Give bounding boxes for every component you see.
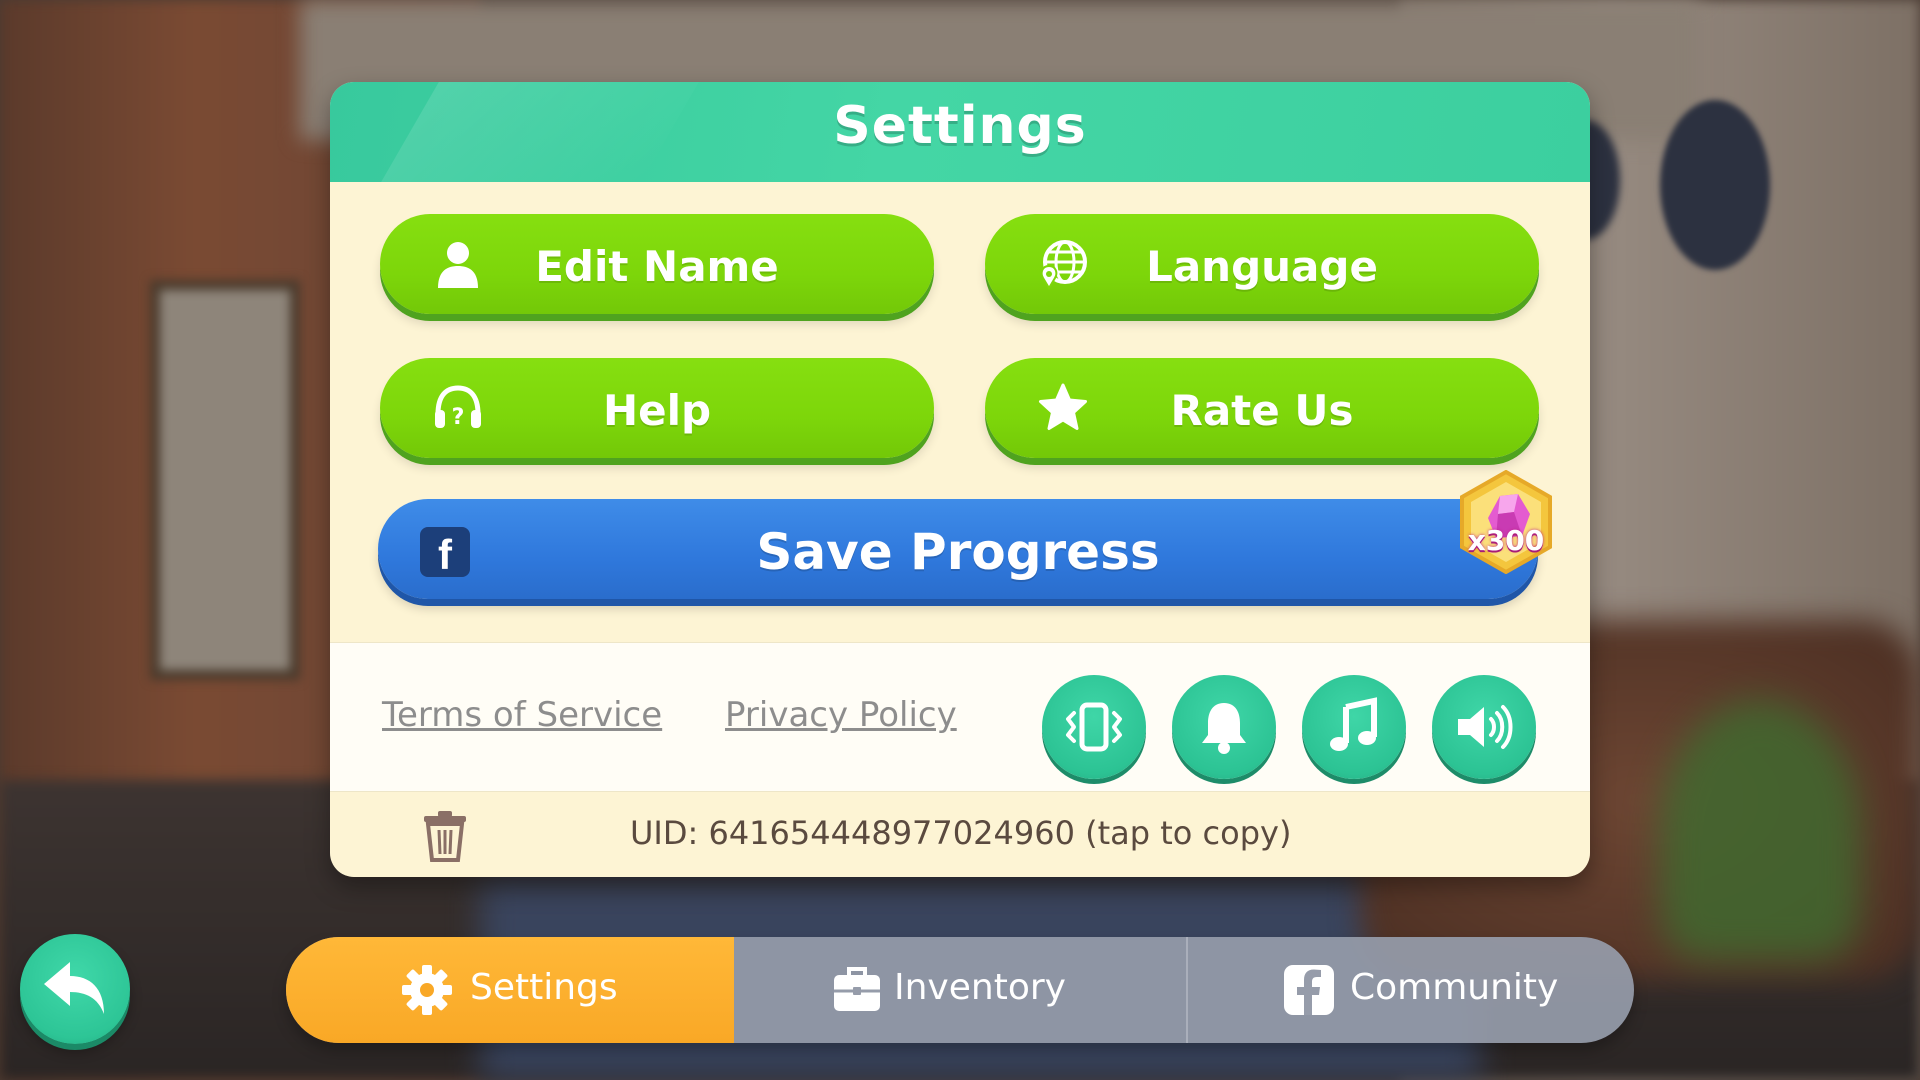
panel-title: Settings: [833, 96, 1087, 156]
tab-settings[interactable]: Settings: [286, 937, 734, 1043]
save-progress-label: Save Progress: [756, 523, 1160, 581]
reward-amount: x300: [1467, 524, 1545, 557]
bell-icon: [1202, 703, 1246, 754]
links-and-toggles-row: Terms of Service Privacy Policy: [330, 642, 1590, 792]
plant: [1660, 700, 1860, 960]
facebook-icon: [1284, 965, 1334, 1015]
notifications-toggle[interactable]: [1172, 675, 1276, 779]
briefcase-icon: [834, 967, 880, 1011]
tab-inventory-label: Inventory: [894, 967, 1066, 1008]
help-button[interactable]: ? Help: [380, 358, 934, 458]
back-button[interactable]: [20, 934, 130, 1044]
privacy-policy-link[interactable]: Privacy Policy: [725, 695, 957, 735]
save-progress-button[interactable]: f Save Progress: [378, 499, 1538, 599]
wall-frame: [150, 280, 300, 680]
edit-name-button[interactable]: Edit Name: [380, 214, 934, 314]
terms-of-service-link[interactable]: Terms of Service: [382, 695, 662, 735]
trash-icon[interactable]: [422, 810, 468, 862]
vibration-icon: [1066, 702, 1122, 752]
bottom-tab-bar: Settings Inventory Community: [286, 937, 1634, 1043]
speaker-icon: [1458, 705, 1513, 749]
panel-header: Settings: [330, 82, 1590, 182]
music-toggle[interactable]: [1302, 675, 1406, 779]
edit-name-label: Edit Name: [535, 242, 779, 291]
rate-us-label: Rate Us: [1170, 386, 1354, 435]
tab-settings-label: Settings: [470, 967, 618, 1008]
uid-copy-text[interactable]: UID: 641654448977024960 (tap to copy): [630, 814, 1291, 852]
gem-reward-badge: x300: [1458, 469, 1554, 575]
gem-hexagon-icon: [1460, 469, 1552, 575]
music-note-icon: [1330, 697, 1377, 751]
wall-record-decoration: [1660, 100, 1770, 270]
language-button[interactable]: Language: [985, 214, 1539, 314]
help-label: Help: [602, 386, 712, 435]
gear-icon: [402, 965, 452, 1015]
language-label: Language: [1146, 242, 1378, 291]
rate-us-button[interactable]: Rate Us: [985, 358, 1539, 458]
tab-inventory[interactable]: Inventory: [734, 937, 1188, 1043]
back-arrow-icon: [44, 962, 104, 1014]
tab-community-label: Community: [1350, 967, 1559, 1008]
sound-toggle[interactable]: [1432, 675, 1536, 779]
tab-community[interactable]: Community: [1186, 937, 1634, 1043]
uid-row: UID: 641654448977024960 (tap to copy): [330, 790, 1590, 877]
vibration-toggle[interactable]: [1042, 675, 1146, 779]
settings-panel: Settings Edit Name Language ? Help Rate …: [330, 82, 1590, 877]
